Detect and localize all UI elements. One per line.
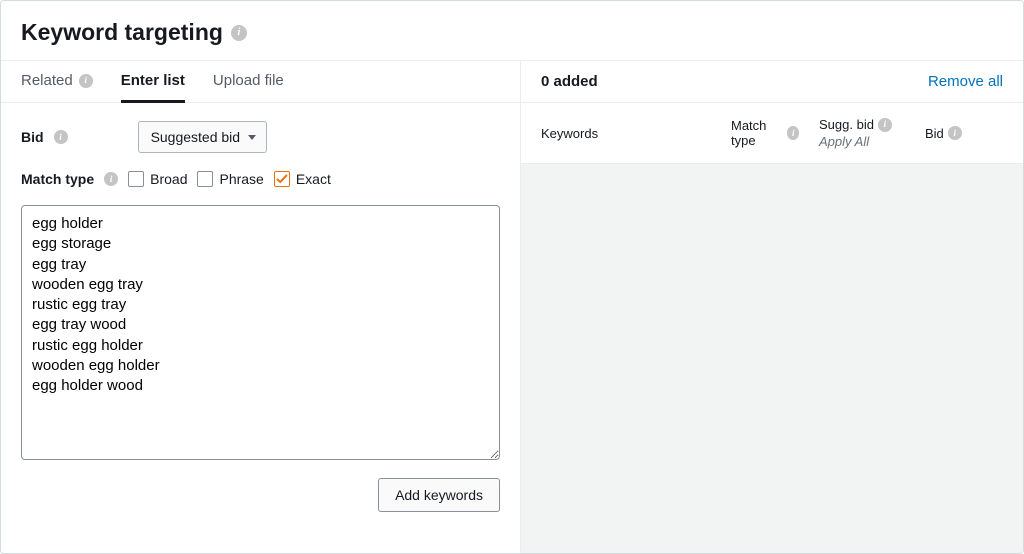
tabs: Related i Enter list Upload file (1, 61, 520, 103)
info-icon[interactable]: i (787, 126, 799, 140)
info-icon[interactable]: i (878, 118, 892, 132)
keywords-textarea[interactable] (21, 205, 500, 460)
info-icon[interactable]: i (231, 25, 247, 41)
panel-title: Keyword targeting (21, 19, 223, 46)
checkbox-label: Exact (296, 171, 331, 187)
add-keywords-button[interactable]: Add keywords (378, 478, 500, 512)
tab-related[interactable]: Related i (21, 62, 93, 103)
info-icon[interactable]: i (104, 172, 118, 186)
bid-row: Bid i Suggested bid (21, 121, 500, 153)
checkbox-box (274, 171, 290, 187)
bid-label: Bid (21, 129, 44, 145)
checkbox-box (197, 171, 213, 187)
added-header: 0 added Remove all (521, 61, 1023, 103)
info-icon[interactable]: i (54, 130, 68, 144)
info-icon[interactable]: i (948, 126, 962, 140)
match-type-label: Match type (21, 171, 94, 187)
checkbox-box (128, 171, 144, 187)
panel-header: Keyword targeting i (1, 1, 1023, 60)
checkbox-exact[interactable]: Exact (274, 171, 331, 187)
tab-label: Upload file (213, 72, 284, 89)
col-label: Match type (731, 118, 783, 148)
match-type-row: Match type i Broad Phrase (21, 171, 500, 187)
right-pane: 0 added Remove all Keywords Match type i… (521, 61, 1023, 553)
checkbox-broad[interactable]: Broad (128, 171, 187, 187)
col-sugg-bid: Sugg. bid i Apply All (819, 117, 905, 149)
bid-select[interactable]: Suggested bid (138, 121, 268, 153)
chevron-down-icon (248, 135, 256, 140)
tab-upload-file[interactable]: Upload file (213, 62, 284, 103)
remove-all-link[interactable]: Remove all (928, 73, 1003, 90)
col-keywords: Keywords (541, 126, 711, 141)
tab-label: Enter list (121, 72, 185, 89)
apply-all-link[interactable]: Apply All (819, 134, 905, 149)
left-pane: Related i Enter list Upload file Bid i S… (1, 61, 521, 553)
added-count: 0 added (541, 73, 598, 90)
col-label: Bid (925, 126, 944, 141)
checkbox-label: Phrase (219, 171, 263, 187)
bid-selected: Suggested bid (151, 129, 241, 145)
column-headers: Keywords Match type i Sugg. bid i Apply … (521, 103, 1023, 164)
tab-label: Related (21, 72, 73, 89)
tab-enter-list[interactable]: Enter list (121, 62, 185, 103)
col-bid: Bid i (925, 126, 975, 141)
button-row: Add keywords (21, 478, 500, 512)
panel-body: Related i Enter list Upload file Bid i S… (1, 60, 1023, 553)
col-match-type: Match type i (731, 118, 799, 148)
checkbox-phrase[interactable]: Phrase (197, 171, 263, 187)
checkbox-label: Broad (150, 171, 187, 187)
info-icon: i (79, 74, 93, 88)
keyword-targeting-panel: Keyword targeting i Related i Enter list… (0, 0, 1024, 554)
col-label: Sugg. bid (819, 117, 874, 132)
form-area: Bid i Suggested bid Match type i (1, 103, 520, 530)
col-label: Keywords (541, 126, 598, 141)
